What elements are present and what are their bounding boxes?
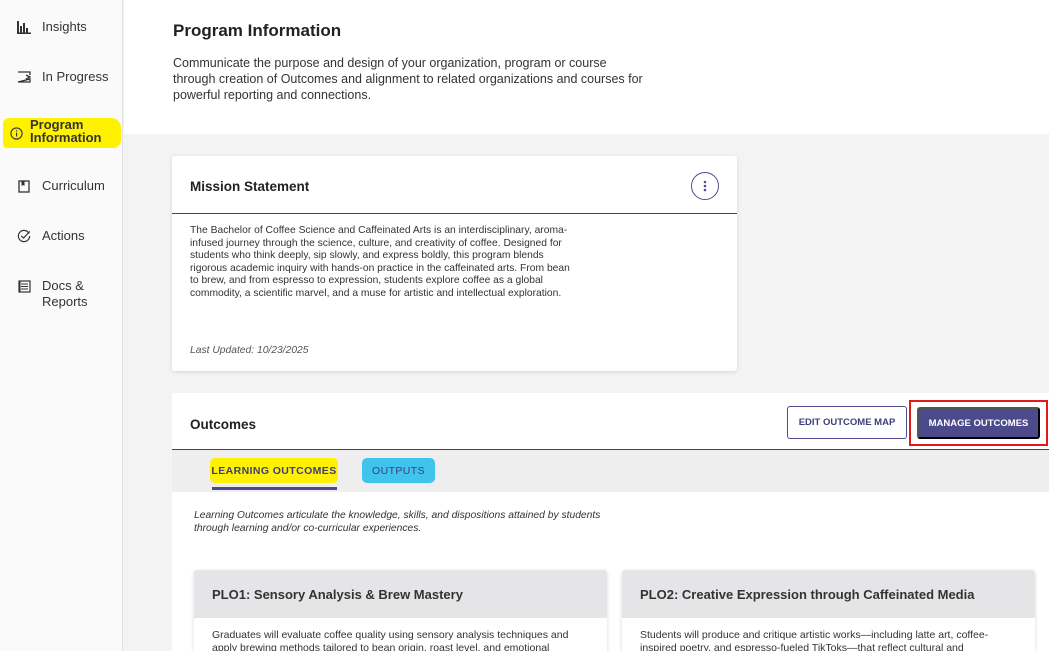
sidebar: Insights In Progress Program Information…	[0, 0, 123, 651]
outcomes-section: Outcomes EDIT OUTCOME MAP MANAGE OUTCOME…	[172, 393, 1049, 651]
callout-box: MANAGE OUTCOMES	[909, 400, 1048, 446]
divider	[172, 213, 737, 214]
outcome-card-title: PLO2: Creative Expression through Caffei…	[622, 570, 1035, 618]
sidebar-item-label: Docs & Reports	[42, 278, 88, 309]
sidebar-item-curriculum[interactable]: Curriculum	[0, 178, 123, 194]
sidebar-item-label: Actions	[42, 228, 85, 243]
sidebar-item-in-progress[interactable]: In Progress	[0, 69, 123, 85]
info-icon	[9, 126, 23, 140]
outcome-card-title: PLO1: Sensory Analysis & Brew Mastery	[194, 570, 607, 618]
sidebar-item-program-information[interactable]: Program Information	[0, 118, 123, 144]
tab-learning-outcomes[interactable]: LEARNING OUTCOMES	[210, 458, 338, 483]
sidebar-item-label: Curriculum	[42, 178, 105, 193]
more-options-button[interactable]	[691, 172, 719, 200]
outcomes-description: Learning Outcomes articulate the knowled…	[194, 510, 601, 534]
outcome-card[interactable]: PLO1: Sensory Analysis & Brew Mastery Gr…	[194, 570, 607, 651]
mission-statement-title: Mission Statement	[190, 179, 310, 194]
outcome-tabs: LEARNING OUTCOMES OUTPUTS	[172, 450, 1049, 492]
sidebar-item-label: Insights	[42, 19, 87, 34]
page-header: Program Information Communicate the purp…	[124, 0, 1049, 134]
last-updated: Last Updated: 10/23/2025	[190, 345, 309, 356]
outcome-card-body: Graduates will evaluate coffee quality u…	[212, 629, 569, 651]
active-tab-indicator	[212, 487, 337, 490]
bar-chart-icon	[17, 20, 31, 34]
sidebar-item-actions[interactable]: Actions	[0, 228, 123, 244]
outcome-card-body: Students will produce and critique artis…	[640, 629, 989, 651]
sidebar-item-docs-reports[interactable]: Docs & Reports	[0, 278, 123, 310]
tab-outputs[interactable]: OUTPUTS	[362, 458, 435, 483]
mission-statement-card: Mission Statement The Bachelor of Coffee…	[172, 156, 737, 371]
ticket-icon	[17, 70, 31, 84]
manage-outcomes-button[interactable]: MANAGE OUTCOMES	[917, 407, 1040, 439]
sidebar-item-insights[interactable]: Insights	[0, 19, 123, 35]
bookmark-icon	[17, 179, 31, 193]
sidebar-item-label: In Progress	[42, 69, 109, 84]
document-icon	[17, 279, 31, 293]
page-title: Program Information	[173, 21, 342, 40]
outcomes-title: Outcomes	[190, 417, 257, 432]
kebab-menu-icon	[703, 180, 707, 192]
page-description: Communicate the purpose and design of yo…	[173, 56, 643, 102]
outcome-card[interactable]: PLO2: Creative Expression through Caffei…	[622, 570, 1035, 651]
check-circle-icon	[17, 229, 31, 243]
mission-statement-text: The Bachelor of Coffee Science and Caffe…	[190, 225, 570, 299]
edit-outcome-map-button[interactable]: EDIT OUTCOME MAP	[787, 406, 907, 439]
sidebar-item-label: Program Information	[30, 117, 102, 145]
